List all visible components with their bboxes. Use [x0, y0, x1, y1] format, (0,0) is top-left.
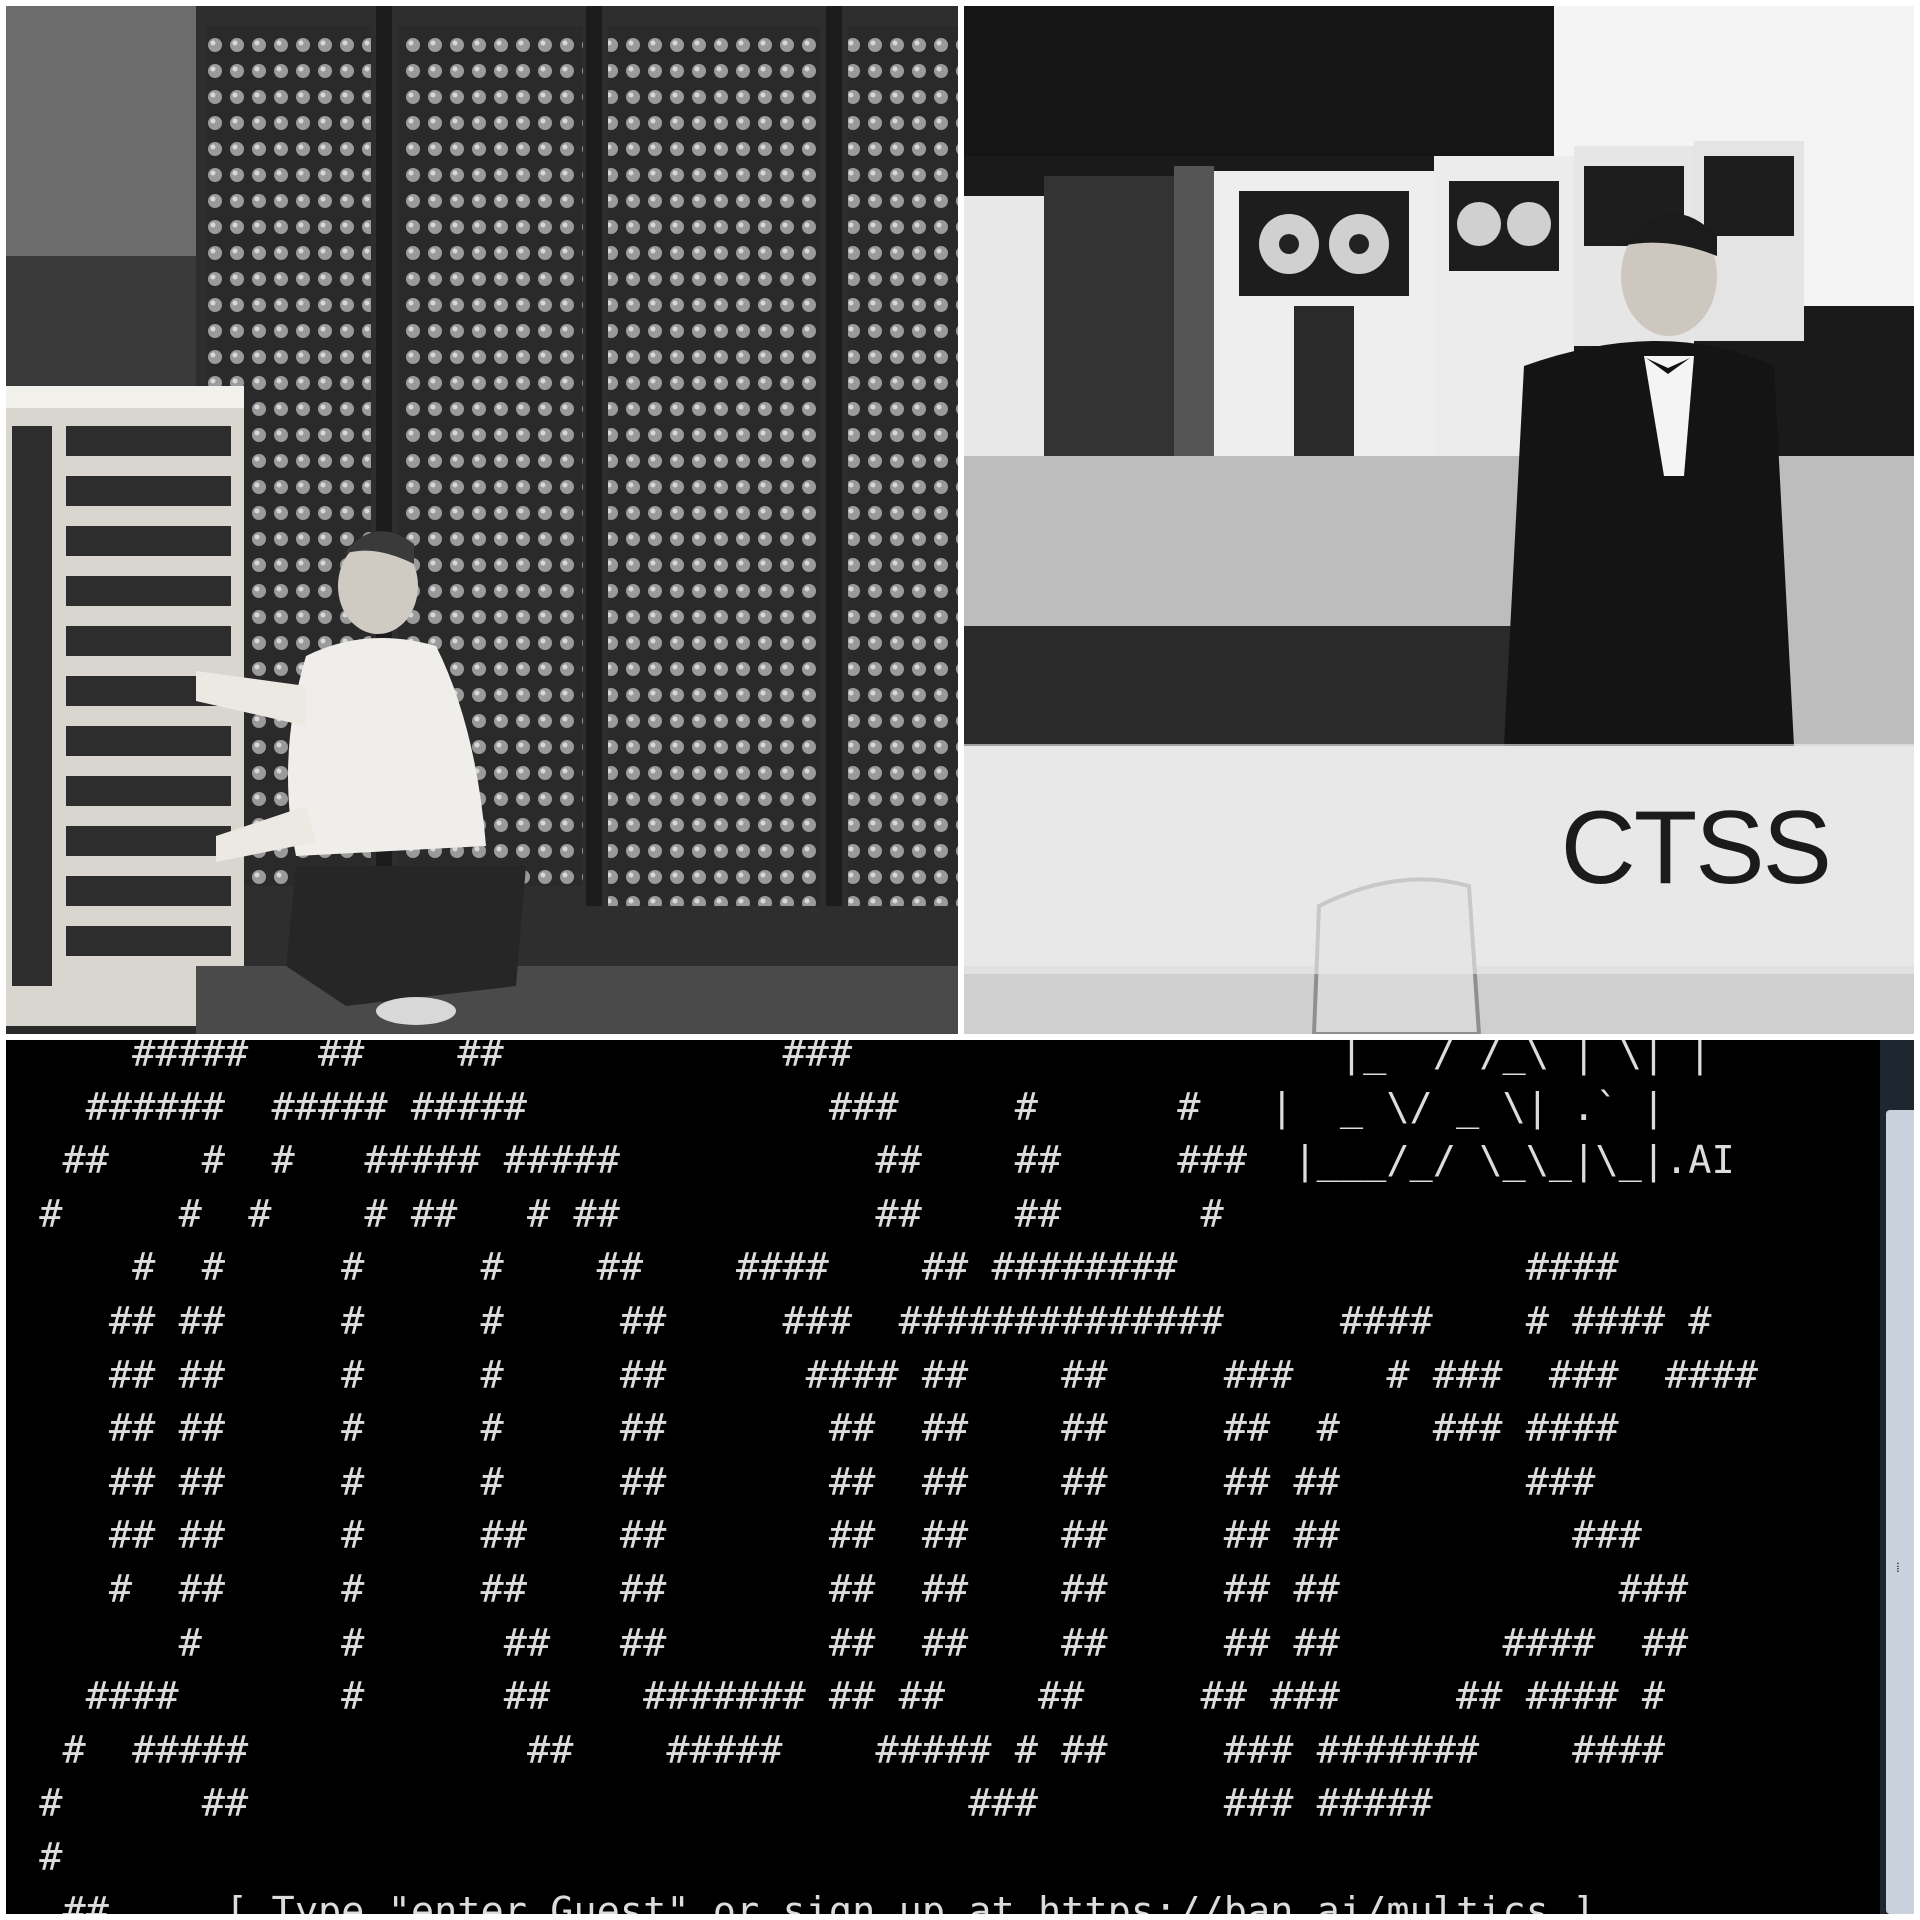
terminal-line: # # # # ## #### ## ######## ####: [16, 1245, 1619, 1291]
terminal-line: ###### ##### ##### ### # # | _ \/ _ \| .…: [16, 1084, 1666, 1130]
terminal-output: ##### ## ## ### |_ / /_\ | \| | ###### #…: [6, 1040, 1876, 1914]
photo-caption: CTSS: [1560, 790, 1832, 906]
terminal-line: ## ## # # ## ### ############## #### # #…: [16, 1299, 1712, 1344]
scrollbar-thumb[interactable]: [1886, 1110, 1914, 1914]
terminal-line: # ##### ## ##### ##### # ## ### ####### …: [16, 1727, 1666, 1773]
terminal-line: ## ## # # ## ## ## ## ## # ### ####: [16, 1406, 1619, 1452]
terminal-line: ## [ Type "enter Guest" or sign up at ht…: [16, 1888, 1596, 1914]
photo-left-illustration: [6, 6, 958, 1034]
terminal-line: ## ## # ## ## ## ## ## ## ## ###: [16, 1513, 1642, 1559]
terminal-line: ## ## # # ## ## ## ## ## ## ###: [16, 1459, 1596, 1505]
grip-icon: ⁞: [1896, 1560, 1900, 1576]
terminal-line: #: [16, 1835, 63, 1880]
terminal-line: #### # ## ####### ## ## ## ## ### ## ###…: [16, 1674, 1666, 1720]
photo-mainframe-room: CTSS: [964, 6, 1914, 1034]
terminal-scrollbar[interactable]: ⁞: [1880, 1040, 1914, 1914]
photo-vacuum-tube-computer: [6, 6, 958, 1034]
terminal-window[interactable]: ##### ## ## ### |_ / /_\ | \| | ###### #…: [6, 1040, 1914, 1914]
terminal-line: ## # # ##### ##### ## ## ### |___/_/ \_\…: [16, 1138, 1735, 1184]
terminal-line: # ## ### ### #####: [16, 1781, 1433, 1827]
terminal-line: # # ## ## ## ## ## ## ## #### ##: [16, 1620, 1689, 1666]
terminal-line: # ## # ## ## ## ## ## ## ## ###: [16, 1567, 1689, 1612]
terminal-line: ##### ## ## ### |_ / /_\ | \| |: [16, 1040, 1712, 1076]
terminal-line: # # # # ## # ## ## ## #: [16, 1191, 1224, 1237]
terminal-line: ## ## # # ## #### ## ## ### # ### ### ##…: [16, 1352, 1758, 1398]
